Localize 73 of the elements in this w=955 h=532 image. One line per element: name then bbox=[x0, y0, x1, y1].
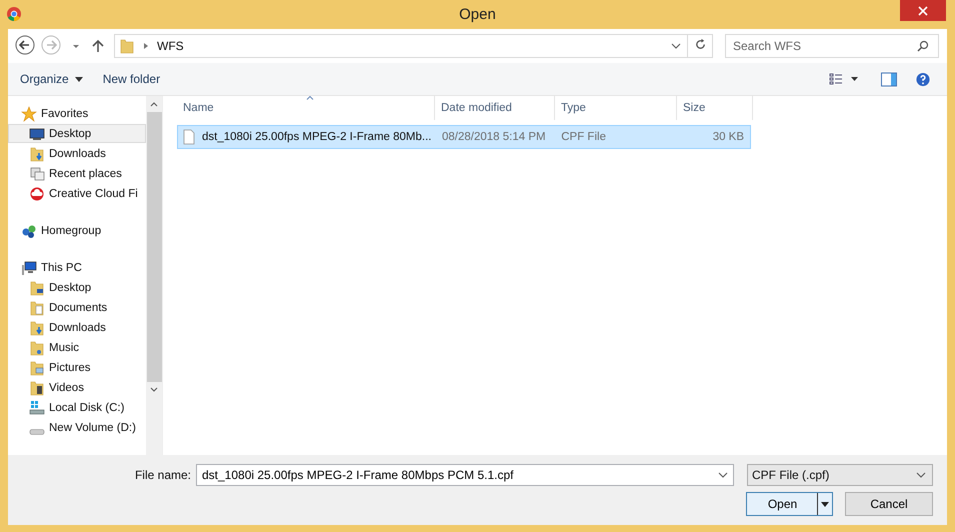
back-button[interactable] bbox=[14, 35, 36, 57]
nav-item[interactable]: Downloads bbox=[8, 144, 146, 163]
up-arrow-icon[interactable] bbox=[92, 39, 104, 53]
close-icon bbox=[918, 6, 928, 16]
folder-icon bbox=[29, 380, 45, 396]
browser-logo-icon bbox=[6, 6, 22, 22]
folder-icon bbox=[29, 320, 45, 336]
scroll-up-icon[interactable] bbox=[150, 101, 158, 107]
nav-item[interactable]: Desktop bbox=[8, 278, 146, 297]
computer-icon bbox=[21, 260, 37, 276]
file-type-dropdown[interactable]: CPF File (.cpf) bbox=[747, 464, 933, 486]
new-folder-button[interactable]: New folder bbox=[96, 69, 166, 89]
folder-icon bbox=[29, 340, 45, 356]
nav-item[interactable]: Desktop bbox=[8, 124, 146, 143]
file-row[interactable]: dst_1080i 25.00fps MPEG-2 I-Frame 80Mb... 08/28/2018 5:14 PM CPF File 30 KB bbox=[177, 125, 751, 149]
open-button[interactable]: Open bbox=[746, 492, 833, 516]
folder-icon bbox=[29, 146, 45, 162]
chevron-icon bbox=[143, 42, 149, 50]
folder-icon bbox=[29, 300, 45, 316]
dropdown-icon[interactable] bbox=[718, 472, 728, 478]
nav-item[interactable]: Music bbox=[8, 338, 146, 357]
recent-places-icon bbox=[29, 166, 45, 182]
nav-item[interactable]: Pictures bbox=[8, 358, 146, 377]
path-segment[interactable]: WFS bbox=[157, 39, 663, 53]
scrollbar[interactable] bbox=[146, 96, 162, 455]
drive-icon bbox=[29, 428, 45, 434]
column-header[interactable]: Type bbox=[555, 96, 677, 120]
size-cell-text: 30 KB bbox=[712, 131, 746, 143]
column-header[interactable]: Name bbox=[177, 96, 435, 120]
nav-item[interactable]: Creative Cloud Fi bbox=[8, 184, 146, 203]
column-header[interactable]: Size bbox=[677, 96, 753, 120]
file-name-label: File name: bbox=[134, 468, 191, 482]
star-icon bbox=[21, 106, 37, 122]
file-icon bbox=[181, 129, 197, 145]
search-field[interactable]: Search WFS bbox=[725, 34, 939, 58]
nav-item[interactable]: Documents bbox=[8, 298, 146, 317]
nav-item[interactable]: New Volume (D:) bbox=[8, 418, 146, 437]
caret-icon bbox=[821, 502, 829, 506]
folder-icon bbox=[29, 280, 45, 296]
nav-section[interactable]: Favorites bbox=[8, 104, 146, 123]
window-title: Open bbox=[459, 6, 496, 23]
folder-icon bbox=[119, 38, 135, 54]
dropdown-icon[interactable] bbox=[671, 43, 681, 49]
scroll-down-icon[interactable] bbox=[150, 387, 158, 393]
refresh-icon bbox=[694, 38, 707, 51]
address-bar[interactable]: WFS bbox=[114, 34, 688, 58]
nav-section[interactable]: Homegroup bbox=[8, 221, 146, 240]
refresh-button[interactable] bbox=[687, 34, 713, 58]
search-icon bbox=[917, 40, 929, 52]
dropdown-icon bbox=[916, 472, 926, 478]
cloud-logo-icon bbox=[29, 186, 45, 202]
nav-item[interactable]: Recent places bbox=[8, 164, 146, 183]
preview-pane-icon[interactable] bbox=[881, 72, 897, 86]
drive-icon bbox=[29, 400, 45, 416]
folder-icon bbox=[29, 360, 45, 376]
column-header[interactable]: Date modified bbox=[435, 96, 555, 120]
close-button[interactable] bbox=[900, 0, 946, 21]
date-cell-text: 08/28/2018 5:14 PM bbox=[441, 131, 547, 143]
file-name-field[interactable]: dst_1080i 25.00fps MPEG-2 I-Frame 80Mbps PCM 5.1.cpf bbox=[196, 464, 734, 486]
type-cell-text: CPF File bbox=[560, 131, 607, 143]
caret-icon[interactable] bbox=[72, 42, 80, 50]
nav-section[interactable]: This PC bbox=[8, 258, 146, 277]
monitor-icon bbox=[29, 126, 45, 142]
organize-button[interactable]: Organize bbox=[14, 69, 89, 89]
view-options-icon[interactable] bbox=[829, 73, 859, 85]
homegroup-icon bbox=[21, 222, 37, 238]
cancel-button[interactable]: Cancel bbox=[845, 492, 933, 516]
caret-icon bbox=[74, 77, 83, 82]
file-name: dst_1080i 25.00fps MPEG-2 I-Frame 80Mb... bbox=[202, 131, 432, 143]
help-icon[interactable] bbox=[915, 72, 931, 86]
nav-item[interactable]: Videos bbox=[8, 378, 146, 397]
nav-item[interactable]: Downloads bbox=[8, 318, 146, 337]
nav-item[interactable]: Local Disk (C:) bbox=[8, 398, 146, 417]
